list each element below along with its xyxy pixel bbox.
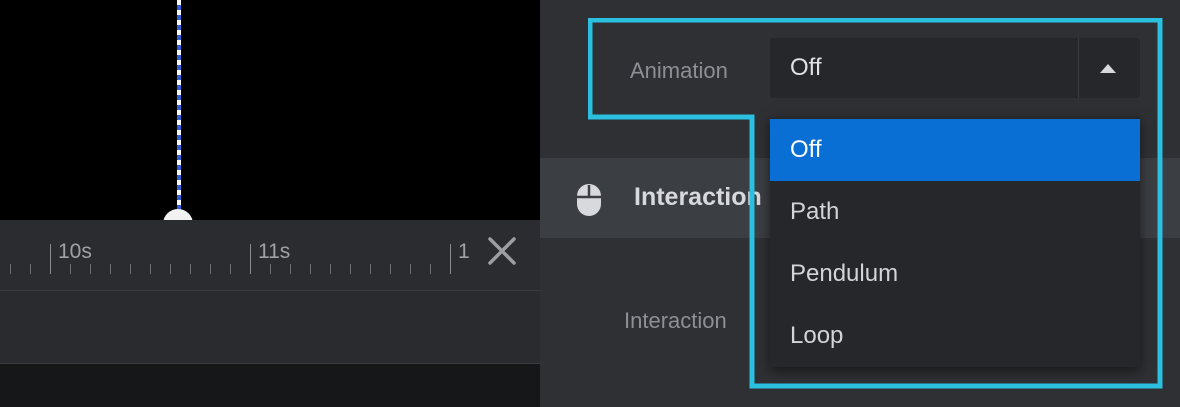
ruler-tick: [370, 264, 371, 274]
tick-label-10s: 10s: [58, 240, 92, 263]
ruler-tick-major: [450, 244, 451, 274]
animation-label: Animation: [630, 58, 728, 83]
ruler-tick: [70, 264, 71, 274]
tick-label-12s: 1: [458, 240, 470, 263]
ruler-tick: [410, 264, 411, 274]
animation-select[interactable]: Off: [770, 38, 1140, 98]
tick-label-11s: 11s: [258, 240, 291, 263]
ruler-tick: [290, 264, 291, 274]
ruler-tick: [270, 264, 271, 274]
ruler-tick: [190, 264, 191, 274]
ruler-tick: [390, 264, 391, 274]
option-label: Pendulum: [790, 260, 899, 287]
close-button[interactable]: [482, 234, 522, 274]
close-icon: [488, 237, 516, 265]
ruler-tick: [170, 264, 171, 274]
animation-dropdown-menu: Off Path Pendulum Loop: [770, 117, 1140, 367]
dropdown-option-off[interactable]: Off: [770, 119, 1140, 181]
ruler-tick: [150, 264, 151, 274]
ruler-tick: [210, 264, 211, 274]
dropdown-option-pendulum[interactable]: Pendulum: [770, 243, 1140, 305]
ruler-tick: [430, 264, 431, 274]
playhead-line[interactable]: [177, 0, 181, 215]
ruler-tick-major: [50, 244, 51, 274]
timeline-track[interactable]: [0, 364, 540, 407]
interaction-label: Interaction: [624, 308, 727, 333]
ruler-tick: [310, 264, 311, 274]
dropdown-option-loop[interactable]: Loop: [770, 305, 1140, 367]
option-label: Path: [790, 198, 840, 225]
ruler-tick: [10, 264, 11, 274]
ruler-tick: [230, 264, 231, 274]
ruler-tick: [90, 264, 91, 274]
option-label: Off: [790, 136, 822, 163]
timeline-track[interactable]: [0, 290, 540, 364]
ruler-tick: [30, 264, 31, 274]
timeline-ruler[interactable]: 10s 11s 1: [0, 220, 540, 290]
section-title: Interaction: [634, 183, 762, 211]
ruler-tick: [350, 264, 351, 274]
ruler-tick: [330, 264, 331, 274]
ruler-tick-major: [250, 244, 251, 274]
option-label: Loop: [790, 322, 844, 349]
preview-canvas[interactable]: [0, 0, 540, 239]
ruler-tick: [130, 264, 131, 274]
select-divider: [1078, 38, 1079, 98]
mouse-icon: [577, 184, 601, 216]
timeline-area: 10s 11s 1: [0, 0, 540, 407]
animation-select-value: Off: [790, 54, 822, 81]
ruler-tick: [110, 264, 111, 274]
dropdown-option-path[interactable]: Path: [770, 181, 1140, 243]
chevron-up-icon[interactable]: [1100, 64, 1116, 73]
